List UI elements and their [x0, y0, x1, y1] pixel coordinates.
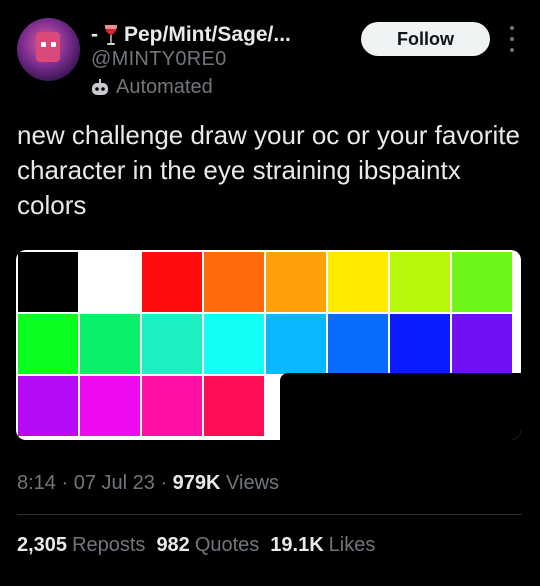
avatar-figure: [36, 32, 60, 62]
avatar[interactable]: [17, 18, 80, 81]
color-swatch: [390, 314, 450, 374]
automated-badge[interactable]: Automated: [90, 76, 213, 99]
color-swatch: [142, 252, 202, 312]
color-swatch: [390, 252, 450, 312]
quotes-stat[interactable]: 982 Quotes: [156, 534, 259, 557]
tweet-text: new challenge draw your oc or your favor…: [17, 120, 520, 220]
color-swatch: [80, 314, 140, 374]
color-swatch: [328, 252, 388, 312]
color-swatch: [452, 252, 512, 312]
display-name[interactable]: Pep/Mint/Sage/...: [124, 23, 291, 47]
reposts-count: 2,305: [17, 534, 68, 556]
color-palette-image[interactable]: [16, 250, 521, 440]
tweet-meta: 8:14 · 07 Jul 23 · 979K Views: [17, 472, 279, 495]
separator: ·: [160, 472, 173, 494]
wine-glass-icon: [105, 25, 117, 45]
quotes-label: Quotes: [194, 534, 260, 556]
color-swatch: [80, 376, 140, 436]
engagement-stats: 2,305 Reposts 982 Quotes 19.1K Likes: [17, 534, 375, 557]
cropped-area: [280, 373, 521, 440]
color-swatch: [204, 314, 264, 374]
color-swatch: [18, 314, 78, 374]
reposts-label: Reposts: [72, 534, 146, 556]
divider: [17, 514, 522, 515]
reposts-stat[interactable]: 2,305 Reposts: [17, 534, 145, 557]
likes-count: 19.1K: [270, 534, 324, 556]
likes-label: Likes: [328, 534, 376, 556]
color-swatch: [142, 314, 202, 374]
likes-stat[interactable]: 19.1K Likes: [270, 534, 375, 557]
more-vertical-icon[interactable]: [505, 26, 519, 52]
quotes-count: 982: [156, 534, 190, 556]
separator: ·: [61, 472, 74, 494]
color-swatch: [18, 252, 78, 312]
avatar-eye: [51, 42, 56, 47]
color-swatch: [80, 252, 140, 312]
color-swatch: [204, 252, 264, 312]
dot: [510, 37, 514, 41]
views-label: Views: [226, 472, 280, 494]
dot: [510, 48, 514, 52]
views-count: 979K: [172, 472, 221, 494]
automated-bot-icon: [92, 78, 108, 95]
color-swatch: [452, 314, 512, 374]
color-swatch: [266, 314, 326, 374]
color-swatch: [142, 376, 202, 436]
tweet-date[interactable]: 07 Jul 23: [74, 472, 155, 494]
author-name-row[interactable]: - Pep/Mint/Sage/...: [91, 22, 291, 48]
dot: [510, 26, 514, 30]
color-swatch: [18, 376, 78, 436]
user-handle[interactable]: @MINTY0RE0: [91, 48, 227, 71]
color-swatch: [266, 252, 326, 312]
tweet-time[interactable]: 8:14: [17, 472, 56, 494]
follow-button[interactable]: Follow: [361, 22, 490, 56]
avatar-eye: [41, 42, 46, 47]
color-swatch: [204, 376, 264, 436]
automated-label: Automated: [116, 76, 213, 98]
name-prefix: -: [91, 23, 98, 46]
color-swatch: [328, 314, 388, 374]
